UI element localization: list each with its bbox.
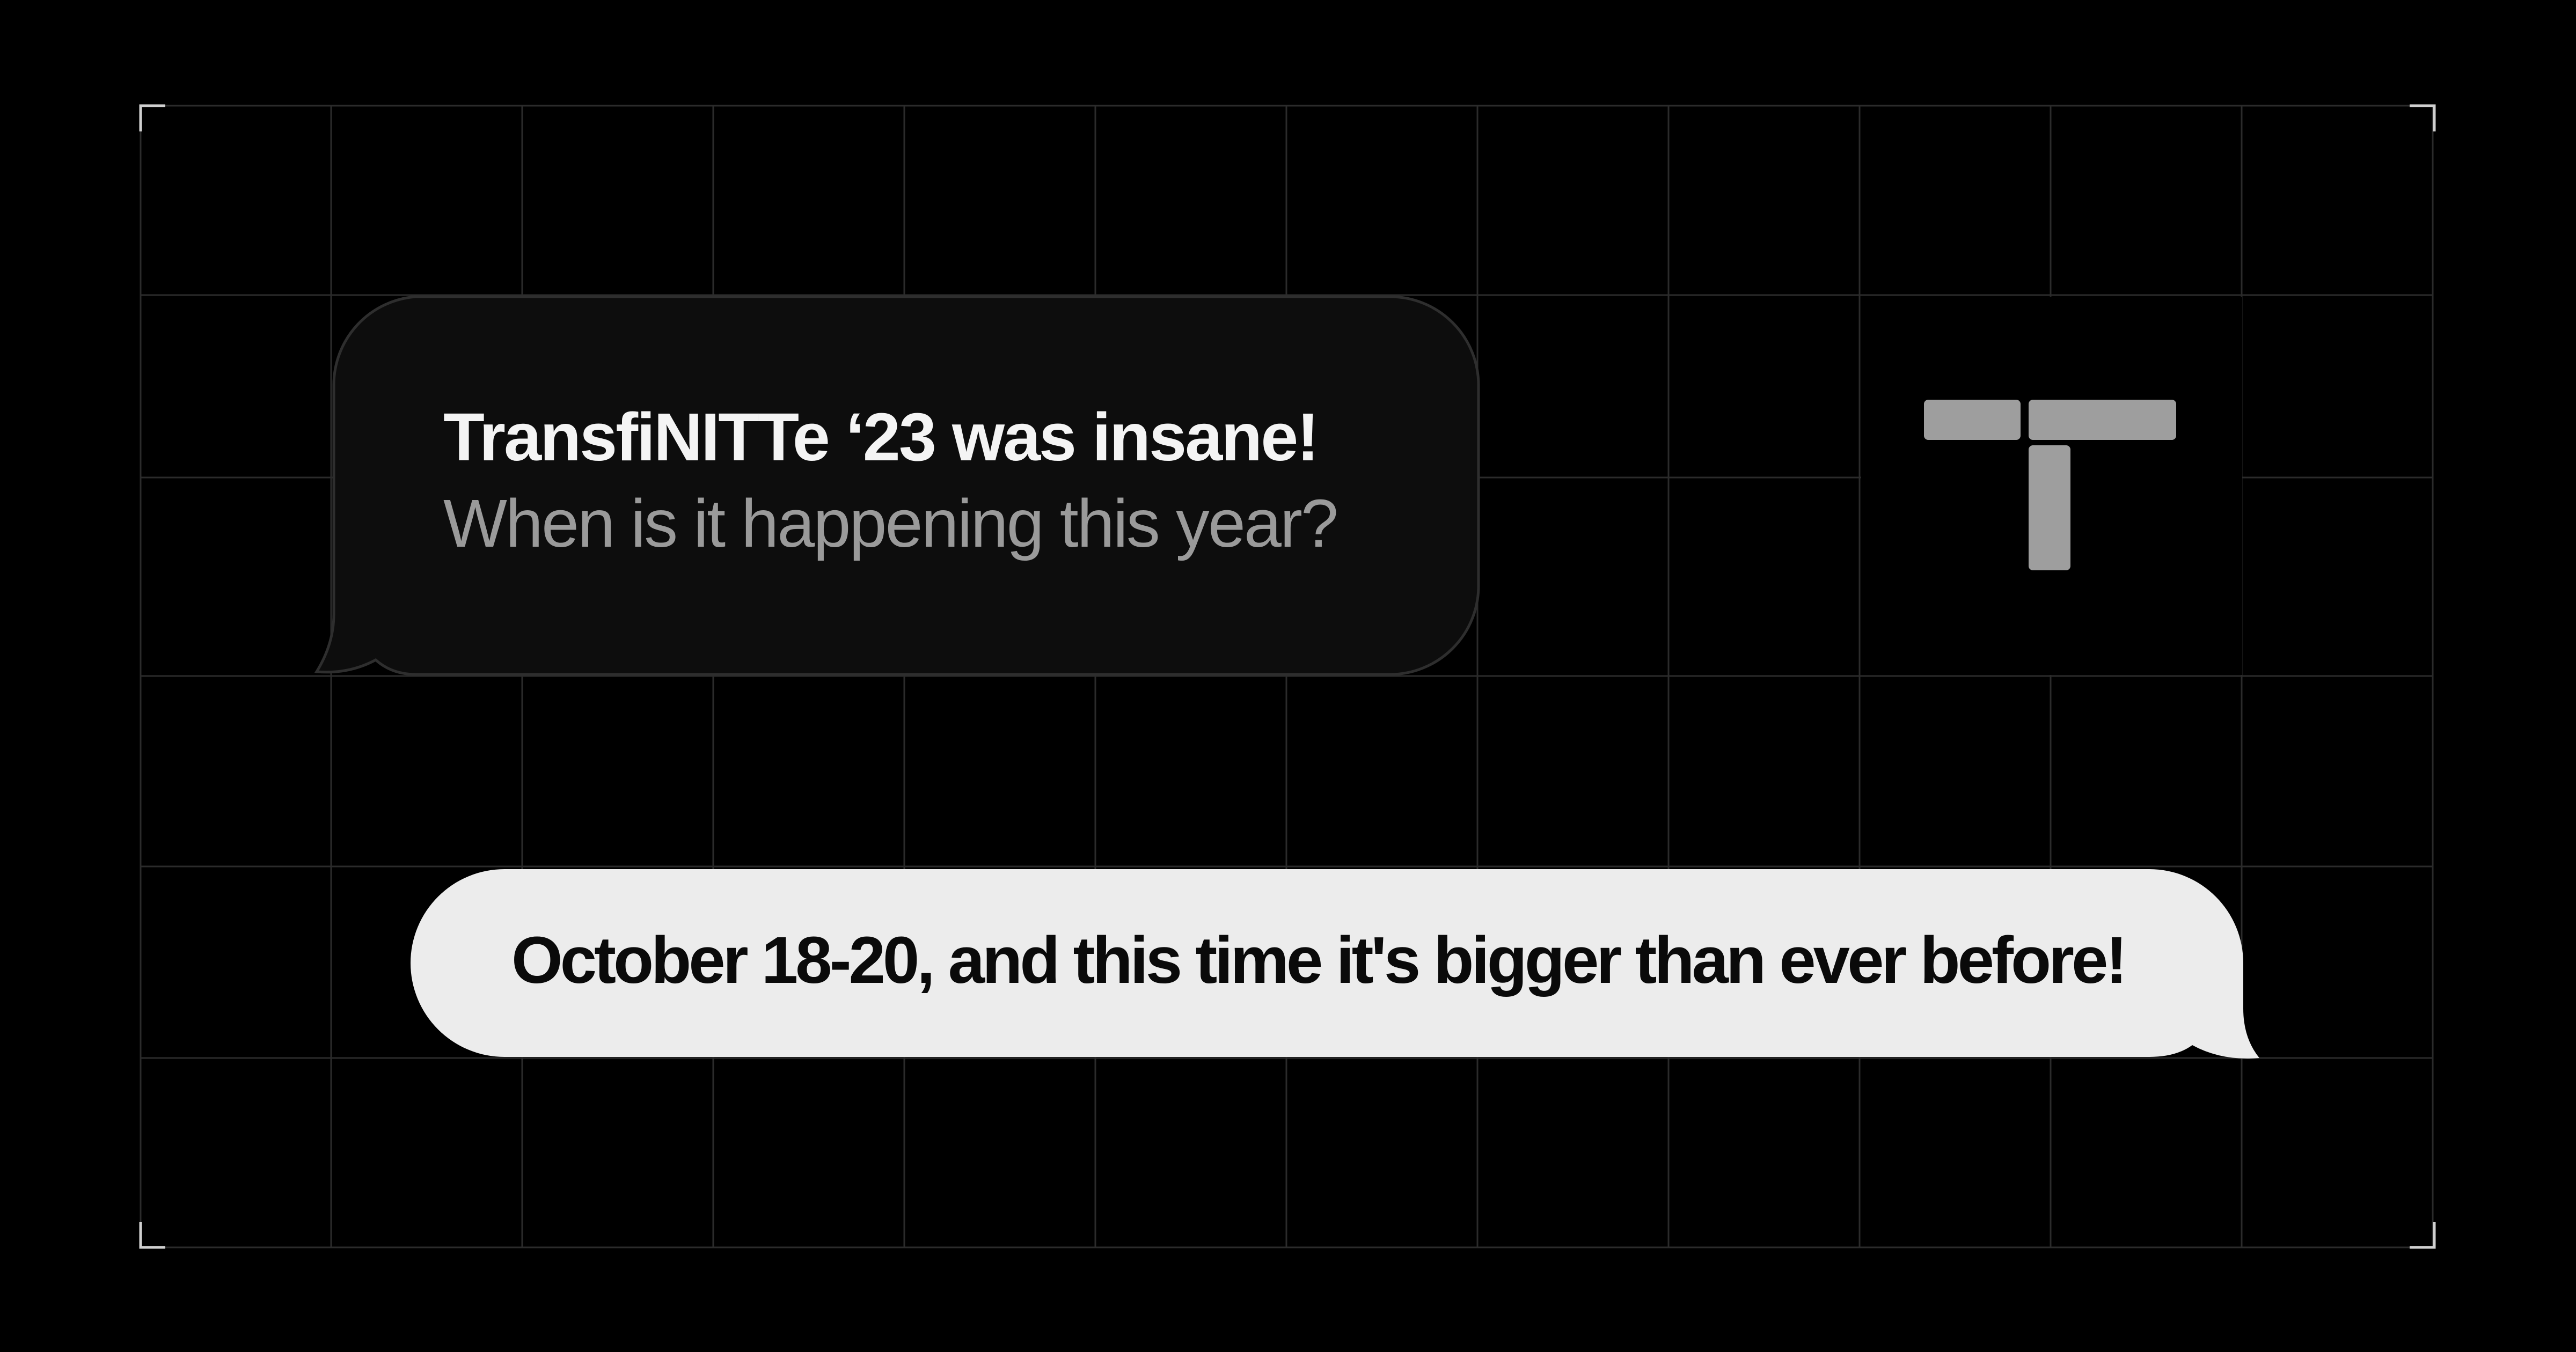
chat-bubbles	[314, 295, 2259, 1059]
incoming-message-line-1: TransfiNITTe ‘23 was insane!	[443, 399, 1319, 475]
poster-canvas: TransfiNITTe ‘23 was insane! When is it …	[0, 0, 2576, 1352]
logo-stem	[2029, 445, 2070, 570]
logo-bar-right	[2029, 400, 2176, 440]
incoming-message-line-2: When is it happening this year?	[443, 486, 1338, 561]
logo-bar-left	[1924, 400, 2021, 440]
outgoing-message-text: October 18-20, and this time it's bigger…	[511, 924, 2127, 997]
t-monogram-logo-icon	[1921, 397, 2179, 574]
